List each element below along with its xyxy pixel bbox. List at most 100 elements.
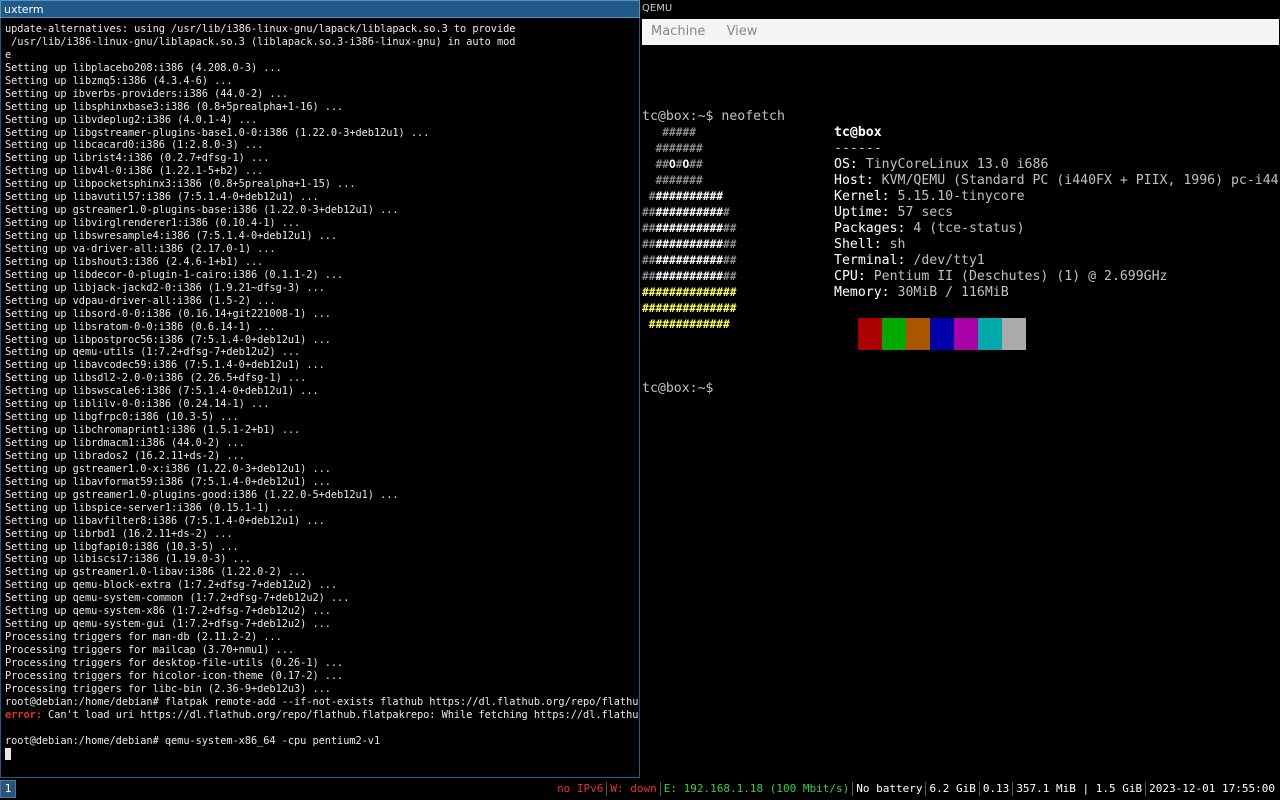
- qemu-display[interactable]: tc@box:~$ neofetch ##### ####### ##O#O##…: [642, 45, 1279, 778]
- info-key: Packages:: [834, 221, 906, 236]
- logo-row: #######: [655, 174, 703, 187]
- terminal-line: Setting up libv4l-0:i386 (1.22.1-5+b2) .…: [5, 165, 264, 178]
- neofetch-info-line: Terminal: /dev/tty1: [834, 253, 985, 269]
- terminal-line: Setting up libsratom-0-0:i386 (0.6.14-1)…: [5, 320, 276, 333]
- guest-prompt: tc@box:~$: [642, 381, 714, 396]
- status-item: E: 192.168.1.18 (100 Mbit/s): [663, 782, 850, 795]
- palette-swatch: [906, 318, 930, 350]
- terminal-line: Setting up librbd1 (16.2.11+ds-2) ...: [5, 527, 233, 540]
- info-value: KVM/QEMU (Standard PC (i440FX + PIIX, 19…: [873, 173, 1279, 188]
- terminal-cursor-line: [5, 747, 639, 761]
- terminal-line: Setting up gstreamer1.0-plugins-base:i38…: [5, 204, 399, 217]
- terminal-line: Setting up gstreamer1.0-libav:i386 (1.22…: [5, 566, 307, 579]
- neofetch-info-line: Memory: 30MiB / 116MiB: [834, 285, 1009, 301]
- info-value: 5.15.10-tinycore: [889, 189, 1025, 204]
- logo-row: #######: [655, 142, 703, 155]
- info-key: CPU:: [834, 269, 866, 284]
- terminal-line: Setting up libswscale6:i386 (7:5.1.4-0+d…: [5, 385, 319, 398]
- neofetch-info-line: CPU: Pentium II (Deschutes) (1) @ 2.699G…: [834, 269, 1167, 285]
- terminal-line: Setting up libsord-0-0:i386 (0.16.14+git…: [5, 307, 331, 320]
- neofetch-info-line: OS: TinyCoreLinux 13.0 i686: [834, 157, 1048, 173]
- error-message: Can't load uri https://dl.flathub.org/re…: [41, 708, 639, 721]
- terminal-line: Setting up libiscsi7:i386 (1.19.0-3) ...: [5, 553, 251, 566]
- logo-row: ##############: [642, 302, 737, 315]
- terminal-lines: update-alternatives: using /usr/lib/i386…: [5, 23, 639, 709]
- terminal-line: Setting up libavcodec59:i386 (7:5.1.4-0+…: [5, 359, 325, 372]
- terminal-line: Setting up vdpau-driver-all:i386 (1.5-2)…: [5, 294, 276, 307]
- terminal-line: Setting up libavfilter8:i386 (7:5.1.4-0+…: [5, 514, 325, 527]
- palette-swatch: [978, 318, 1002, 350]
- terminal-line: /usr/lib/i386-linux-gnu/liblapack.so.3 (…: [5, 35, 516, 48]
- status-item: no IPv6: [557, 782, 604, 795]
- terminal-line: Setting up qemu-block-extra (1:7.2+dfsg-…: [5, 579, 338, 592]
- terminal-error-line: error: Can't load uri https://dl.flathub…: [5, 709, 639, 722]
- info-value: Pentium II (Deschutes) (1) @ 2.699GHz: [865, 269, 1168, 284]
- palette-swatch: [930, 318, 954, 350]
- terminal-line: Setting up libswresample4:i386 (7:5.1.4-…: [5, 230, 338, 242]
- terminal-line: Processing triggers for desktop-file-uti…: [5, 656, 344, 669]
- logo-row: ##############: [642, 286, 737, 299]
- palette-swatch: [1002, 318, 1026, 350]
- qemu-menubar: Machine View: [642, 19, 1279, 45]
- xterm-window[interactable]: uxterm update-alternatives: using /usr/l…: [0, 0, 640, 778]
- terminal-line: Setting up libcacard0:i386 (1:2.8.0-3) .…: [5, 139, 264, 152]
- terminal-line: update-alternatives: using /usr/lib/i386…: [5, 23, 516, 35]
- palette-swatch: [882, 318, 906, 350]
- info-key: Kernel:: [834, 189, 890, 204]
- terminal-line: Setting up ibverbs-providers:i386 (44.0-…: [5, 87, 288, 100]
- terminal-line: Setting up libpostproc56:i386 (7:5.1.4-0…: [5, 333, 331, 346]
- status-bar: 1 no IPv6 W: down E: 192.168.1.18 (100 Mbi…: [0, 778, 1280, 800]
- terminal-line: Setting up libplacebo208:i386 (4.208.0-3…: [5, 61, 282, 74]
- terminal-line: Setting up libzmq5:i386 (4.3.4-6) ...: [5, 74, 233, 87]
- info-key: Host:: [834, 173, 874, 188]
- info-value: /dev/tty1: [905, 253, 985, 268]
- neofetch-title: tc@box: [834, 125, 882, 140]
- status-items: no IPv6 W: down E: 192.168.1.18 (100 Mbit/…: [554, 778, 1278, 800]
- palette-swatch: [954, 318, 978, 350]
- logo-row: #############: [642, 206, 730, 219]
- info-value: 30MiB / 116MiB: [889, 285, 1009, 300]
- terminal-line: Processing triggers for hicolor-icon-the…: [5, 669, 344, 682]
- status-item: 357.1 MiB | 1.5 GiB: [1016, 782, 1143, 795]
- terminal-line: Setting up libjack-jackd2-0:i386 (1.9.21…: [5, 281, 325, 294]
- palette-swatch: [858, 318, 882, 350]
- terminal-line: Processing triggers for man-db (2.11.2-2…: [5, 631, 282, 644]
- logo-row: ##O#O##: [655, 158, 703, 171]
- terminal-output[interactable]: update-alternatives: using /usr/lib/i386…: [0, 18, 640, 778]
- terminal-line: Setting up libpocketsphinx3:i386 (0.8+5p…: [5, 178, 356, 191]
- neofetch-info-line: Packages: 4 (tce-status): [834, 221, 1025, 237]
- terminal-line: Setting up libgfrpc0:i386 (10.3-5) ...: [5, 411, 239, 424]
- terminal-line: Setting up libchromaprint1:i386 (1.5.1-2…: [5, 424, 301, 437]
- terminal-line: Setting up va-driver-all:i386 (2.17.0-1)…: [5, 242, 276, 255]
- status-item: 0.13: [982, 782, 1010, 795]
- info-key: Memory:: [834, 285, 890, 300]
- info-key: Terminal:: [834, 253, 906, 268]
- info-value: sh: [881, 237, 906, 252]
- info-key: OS:: [834, 157, 858, 172]
- terminal-line: Setting up libavutil57:i386 (7:5.1.4-0+d…: [5, 191, 319, 204]
- info-key: Shell:: [834, 237, 882, 252]
- menu-machine[interactable]: Machine: [643, 19, 713, 45]
- terminal-line: Setting up libdecor-0-plugin-1-cairo:i38…: [5, 268, 344, 281]
- qemu-titlebar[interactable]: QEMU: [641, 0, 1280, 18]
- terminal-line: Setting up libavformat59:i386 (7:5.1.4-0…: [5, 475, 331, 488]
- status-item: 6.2 GiB: [929, 782, 976, 795]
- neofetch-info-line: Host: KVM/QEMU (Standard PC (i440FX + PI…: [834, 173, 1279, 189]
- logo-row: ############: [648, 318, 730, 331]
- xterm-titlebar[interactable]: uxterm: [0, 0, 640, 18]
- error-label: error:: [5, 708, 42, 721]
- color-palette: [858, 318, 1026, 350]
- terminal-line: Setting up librdmacm1:i386 (44.0-2) ...: [5, 437, 245, 449]
- logo-row: ##############: [642, 222, 737, 235]
- menu-view[interactable]: View: [719, 19, 766, 45]
- terminal-line: Setting up libspice-server1:i386 (0.15.1…: [5, 501, 295, 514]
- neofetch-info-line: Shell: sh: [834, 237, 905, 253]
- terminal-line: Setting up libgfapi0:i386 (10.3-5) ...: [5, 540, 239, 553]
- terminal-line: Processing triggers for mailcap (3.70+nm…: [5, 644, 295, 656]
- terminal-line: Setting up liblilv-0-0:i386 (0.24.14-1) …: [5, 398, 270, 411]
- terminal-line: Setting up libvirglrenderer1:i386 (0.10.…: [5, 217, 301, 230]
- qemu-window[interactable]: QEMU Machine View tc@box:~$ neofetch ###…: [641, 0, 1280, 778]
- workspace-button-1[interactable]: 1: [0, 780, 16, 798]
- terminal-line: Setting up qemu-system-common (1:7.2+dfs…: [5, 592, 350, 605]
